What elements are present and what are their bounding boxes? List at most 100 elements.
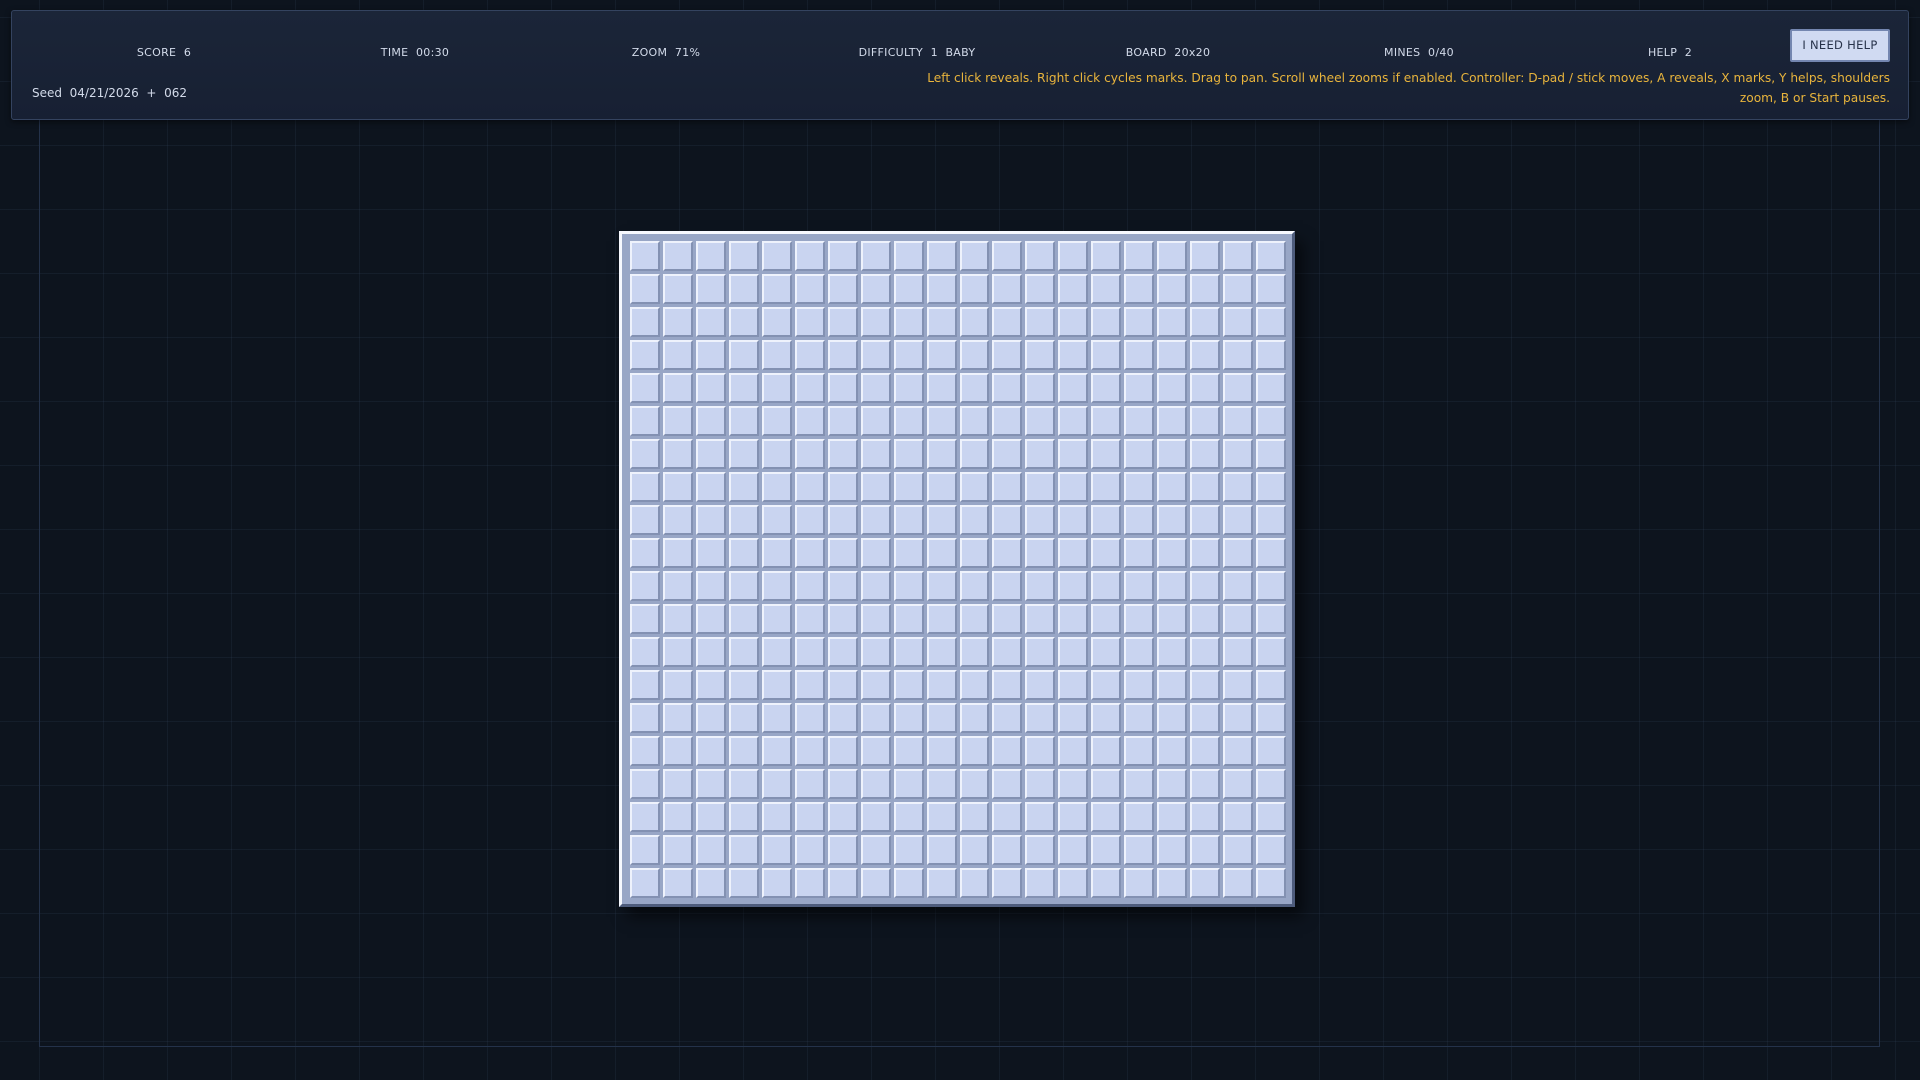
board-cell[interactable] — [1058, 307, 1089, 337]
board-cell[interactable] — [1124, 868, 1155, 898]
board-cell[interactable] — [926, 868, 957, 898]
board-cell[interactable] — [728, 538, 759, 568]
board-cell[interactable] — [794, 274, 825, 304]
board-cell[interactable] — [926, 274, 957, 304]
board-cell[interactable] — [926, 736, 957, 766]
board-cell[interactable] — [630, 835, 660, 865]
board-cell[interactable] — [794, 505, 825, 535]
board-cell[interactable] — [662, 835, 693, 865]
board-cell[interactable] — [1157, 604, 1188, 634]
board-cell[interactable] — [1124, 604, 1155, 634]
board-cell[interactable] — [926, 703, 957, 733]
board-cell[interactable] — [827, 703, 858, 733]
board-cell[interactable] — [1091, 835, 1122, 865]
board-cell[interactable] — [1091, 736, 1122, 766]
board-cell[interactable] — [959, 538, 990, 568]
board-cell[interactable] — [827, 868, 858, 898]
board-cell[interactable] — [662, 571, 693, 601]
board-cell[interactable] — [662, 736, 693, 766]
board-cell[interactable] — [827, 307, 858, 337]
board-cell[interactable] — [630, 604, 660, 634]
board-cell[interactable] — [728, 670, 759, 700]
board-cell[interactable] — [860, 769, 891, 799]
board-cell[interactable] — [1091, 307, 1122, 337]
board-cell[interactable] — [1256, 307, 1286, 337]
board-cell[interactable] — [1157, 373, 1188, 403]
board-cell[interactable] — [1058, 769, 1089, 799]
board-cell[interactable] — [992, 340, 1023, 370]
board-cell[interactable] — [761, 571, 792, 601]
board-cell[interactable] — [959, 373, 990, 403]
board-cell[interactable] — [761, 505, 792, 535]
board-cell[interactable] — [860, 571, 891, 601]
board-cell[interactable] — [1223, 835, 1254, 865]
board-cell[interactable] — [728, 736, 759, 766]
board-cell[interactable] — [794, 868, 825, 898]
board-cell[interactable] — [1058, 505, 1089, 535]
board-cell[interactable] — [630, 802, 660, 832]
board-cell[interactable] — [1025, 769, 1056, 799]
board-cell[interactable] — [728, 274, 759, 304]
board-cell[interactable] — [1025, 604, 1056, 634]
board-cell[interactable] — [794, 439, 825, 469]
board-cell[interactable] — [860, 505, 891, 535]
board-cell[interactable] — [959, 505, 990, 535]
board-cell[interactable] — [959, 736, 990, 766]
board-cell[interactable] — [926, 439, 957, 469]
board-cell[interactable] — [992, 472, 1023, 502]
board-cell[interactable] — [1256, 736, 1286, 766]
board-cell[interactable] — [1025, 241, 1056, 271]
board-cell[interactable] — [893, 769, 924, 799]
board-cell[interactable] — [992, 769, 1023, 799]
board-cell[interactable] — [1157, 274, 1188, 304]
board-cell[interactable] — [695, 670, 726, 700]
board-cell[interactable] — [794, 736, 825, 766]
board-cell[interactable] — [959, 604, 990, 634]
board-cell[interactable] — [695, 703, 726, 733]
board-cell[interactable] — [1124, 571, 1155, 601]
board-cell[interactable] — [1124, 703, 1155, 733]
board-cell[interactable] — [662, 241, 693, 271]
board-cell[interactable] — [630, 538, 660, 568]
board-cell[interactable] — [761, 274, 792, 304]
board-cell[interactable] — [827, 769, 858, 799]
board-cell[interactable] — [827, 472, 858, 502]
board-cell[interactable] — [1157, 835, 1188, 865]
board-cell[interactable] — [1223, 736, 1254, 766]
board-cell[interactable] — [1256, 802, 1286, 832]
board-cell[interactable] — [959, 307, 990, 337]
board-cell[interactable] — [630, 274, 660, 304]
board-cell[interactable] — [1058, 472, 1089, 502]
board-cell[interactable] — [794, 604, 825, 634]
board-cell[interactable] — [827, 373, 858, 403]
board-cell[interactable] — [695, 736, 726, 766]
board-cell[interactable] — [630, 439, 660, 469]
board-cell[interactable] — [860, 703, 891, 733]
board-cell[interactable] — [959, 406, 990, 436]
board-cell[interactable] — [695, 604, 726, 634]
board-cell[interactable] — [728, 505, 759, 535]
board-cell[interactable] — [630, 670, 660, 700]
board-cell[interactable] — [1091, 868, 1122, 898]
board-cell[interactable] — [1190, 241, 1221, 271]
board-cell[interactable] — [794, 802, 825, 832]
board-cell[interactable] — [794, 769, 825, 799]
board-cell[interactable] — [1223, 373, 1254, 403]
board-cell[interactable] — [926, 373, 957, 403]
board-cell[interactable] — [794, 472, 825, 502]
board-cell[interactable] — [1058, 406, 1089, 436]
board-cell[interactable] — [1157, 505, 1188, 535]
minesweeper-board[interactable] — [619, 231, 1295, 907]
board-cell[interactable] — [1091, 703, 1122, 733]
board-cell[interactable] — [1256, 274, 1286, 304]
board-cell[interactable] — [1091, 439, 1122, 469]
board-cell[interactable] — [1157, 703, 1188, 733]
board-cell[interactable] — [695, 868, 726, 898]
board-cell[interactable] — [1157, 241, 1188, 271]
board-cell[interactable] — [695, 802, 726, 832]
board-cell[interactable] — [1025, 274, 1056, 304]
board-cell[interactable] — [992, 835, 1023, 865]
board-cell[interactable] — [1091, 670, 1122, 700]
board-cell[interactable] — [1223, 406, 1254, 436]
board-cell[interactable] — [959, 868, 990, 898]
